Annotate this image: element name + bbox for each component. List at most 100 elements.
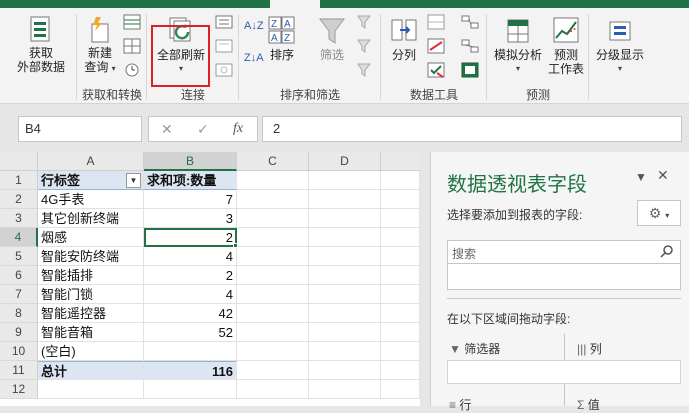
remove-duplicates-icon[interactable] <box>426 38 446 54</box>
pivot-value-cell[interactable]: 52 <box>144 323 237 342</box>
empty-cell[interactable] <box>309 323 381 342</box>
empty-cell[interactable] <box>309 266 381 285</box>
column-header-c[interactable]: C <box>237 152 309 171</box>
empty-cell[interactable] <box>381 361 420 380</box>
empty-cell[interactable] <box>237 285 309 304</box>
outline-button[interactable]: 分级显示 ▾ <box>594 16 646 76</box>
new-query-button[interactable]: 新建 查询 ▾ <box>82 16 118 76</box>
data-tab-active[interactable] <box>270 0 320 8</box>
empty-cell[interactable] <box>381 190 420 209</box>
advanced-filter-icon[interactable] <box>356 62 374 78</box>
empty-cell[interactable] <box>237 209 309 228</box>
row-header[interactable]: 12 <box>0 380 38 399</box>
pivot-row-label[interactable]: (空白) <box>38 342 144 361</box>
empty-cell[interactable] <box>309 171 381 190</box>
empty-cell[interactable] <box>237 361 309 380</box>
name-box[interactable]: B4 <box>18 116 142 142</box>
pivot-value-cell[interactable]: 2 <box>144 266 237 285</box>
empty-cell[interactable] <box>309 342 381 361</box>
sort-button[interactable]: Z A A Z 排序 <box>264 16 300 62</box>
pivot-row-label[interactable]: 智能音箱 <box>38 323 144 342</box>
empty-cell[interactable] <box>381 380 420 399</box>
insert-function-icon[interactable]: fx <box>233 121 243 137</box>
empty-cell[interactable] <box>237 380 309 399</box>
empty-cell[interactable] <box>381 228 420 247</box>
data-validation-icon[interactable] <box>426 62 446 78</box>
from-table-icon[interactable] <box>122 38 142 54</box>
forecast-sheet-button[interactable]: 预测 工作表 <box>546 16 586 76</box>
empty-cell[interactable] <box>381 323 420 342</box>
pane-options-dropdown-icon[interactable]: ▼ <box>635 170 647 184</box>
empty-cell[interactable] <box>237 323 309 342</box>
field-search-input[interactable]: 搜索 <box>447 240 681 264</box>
manage-data-model-icon[interactable] <box>460 62 480 78</box>
empty-cell[interactable] <box>309 190 381 209</box>
empty-cell[interactable] <box>381 171 420 190</box>
empty-cell[interactable] <box>237 266 309 285</box>
edit-links-icon[interactable] <box>214 62 234 78</box>
empty-cell[interactable] <box>381 209 420 228</box>
row-header[interactable]: 3 <box>0 209 38 228</box>
empty-cell[interactable] <box>38 380 144 399</box>
empty-cell[interactable] <box>309 361 381 380</box>
pane-splitter[interactable] <box>420 152 430 406</box>
row-header[interactable]: 5 <box>0 247 38 266</box>
enter-icon[interactable]: ✓ <box>197 121 209 138</box>
pivot-row-label[interactable]: 智能插排 <box>38 266 144 285</box>
close-icon[interactable]: ✕ <box>657 167 669 184</box>
row-header[interactable]: 7 <box>0 285 38 304</box>
column-header-a[interactable]: A <box>38 152 144 171</box>
empty-cell[interactable] <box>309 228 381 247</box>
pivot-value-cell[interactable]: 42 <box>144 304 237 323</box>
column-header-d[interactable]: D <box>309 152 381 171</box>
empty-cell[interactable] <box>237 247 309 266</box>
connections-icon[interactable] <box>214 14 234 30</box>
empty-cell[interactable] <box>309 247 381 266</box>
empty-cell[interactable] <box>237 228 309 247</box>
clear-filter-icon[interactable] <box>356 14 374 30</box>
pivot-value-cell[interactable]: 3 <box>144 209 237 228</box>
row-header[interactable]: 1 <box>0 171 38 190</box>
empty-cell[interactable] <box>237 190 309 209</box>
pivot-row-label[interactable]: 智能门锁 <box>38 285 144 304</box>
properties-icon[interactable] <box>214 38 234 54</box>
recent-sources-icon[interactable] <box>122 62 142 78</box>
flash-fill-icon[interactable] <box>426 14 446 30</box>
show-queries-icon[interactable] <box>122 14 142 30</box>
column-header-b[interactable]: B <box>144 152 237 171</box>
row-header[interactable]: 10 <box>0 342 38 361</box>
sort-desc-icon[interactable]: Z↓A <box>244 52 264 64</box>
relationships-icon[interactable] <box>460 38 480 54</box>
pivot-total-label[interactable]: 总计 <box>38 361 144 380</box>
text-to-columns-button[interactable]: 分列 <box>386 16 422 62</box>
sort-asc-icon[interactable]: A↓Z <box>244 20 264 32</box>
empty-cell[interactable] <box>144 380 237 399</box>
fill-handle[interactable] <box>233 243 238 248</box>
what-if-dropdown[interactable]: ▾ <box>492 62 544 76</box>
empty-cell[interactable] <box>309 285 381 304</box>
filter-dropdown-button[interactable]: ▼ <box>126 173 141 188</box>
consolidate-icon[interactable] <box>460 14 480 30</box>
pivot-value-header[interactable]: 求和项:数量 <box>144 171 237 190</box>
pivot-total-value[interactable]: 116 <box>144 361 237 380</box>
pivot-value-cell[interactable]: 4 <box>144 247 237 266</box>
what-if-analysis-button[interactable]: 模拟分析 ▾ <box>492 16 544 76</box>
row-header[interactable]: 6 <box>0 266 38 285</box>
empty-cell[interactable] <box>381 304 420 323</box>
outline-dropdown[interactable]: ▾ <box>594 62 646 76</box>
formula-input[interactable]: 2 <box>262 116 682 142</box>
pivot-row-label[interactable]: 4G手表 <box>38 190 144 209</box>
pivot-row-label[interactable]: 智能遥控器 <box>38 304 144 323</box>
row-header[interactable]: 4 <box>0 228 38 247</box>
get-external-data-button[interactable]: 获取 外部数据 <box>12 16 70 74</box>
row-header[interactable]: 11 <box>0 361 38 380</box>
pivot-value-cell[interactable]: 2 <box>144 228 237 247</box>
filters-drop-zone[interactable] <box>447 360 681 384</box>
pane-divider[interactable] <box>447 298 681 299</box>
row-header[interactable]: 9 <box>0 323 38 342</box>
pivot-value-cell[interactable]: 7 <box>144 190 237 209</box>
empty-cell[interactable] <box>237 342 309 361</box>
empty-cell[interactable] <box>309 380 381 399</box>
filter-button[interactable]: 筛选 <box>312 16 352 62</box>
pivot-value-cell[interactable] <box>144 342 237 361</box>
